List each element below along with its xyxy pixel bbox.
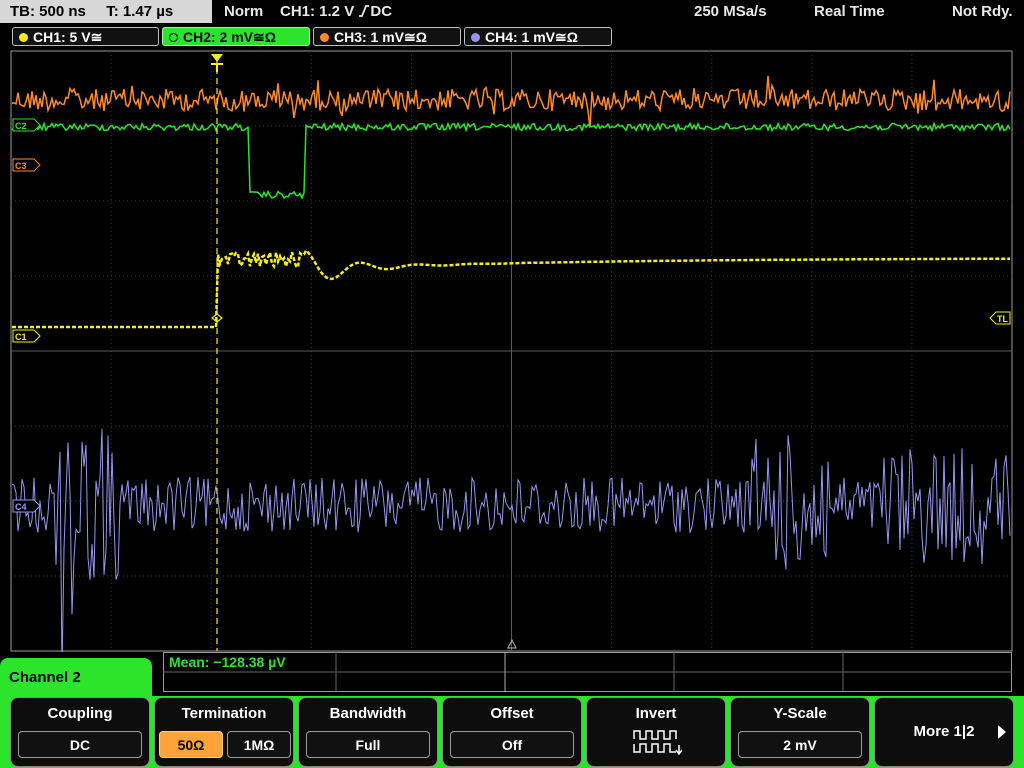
mean-measurement: Mean: −128.38 µV [169, 654, 286, 670]
bandwidth-softkey[interactable]: Bandwidth Full [298, 697, 438, 767]
bandwidth-title: Bandwidth [329, 705, 407, 722]
timebase-box[interactable]: TB: 500 ns T: 1.47 µs [0, 0, 212, 23]
ch3-marker[interactable]: C3 [12, 158, 41, 172]
tab-ch4-label: CH4: 1 mV≅Ω [485, 29, 578, 45]
tab-ch3-label: CH3: 1 mV≅Ω [334, 29, 427, 45]
trigger-source: CH1: 1.2 V DC [280, 0, 392, 24]
coupling-value: DC [18, 731, 142, 758]
offset-title: Offset [490, 705, 534, 722]
invert-title: Invert [635, 705, 677, 722]
termination-softkey[interactable]: Termination 50Ω 1MΩ [154, 697, 294, 767]
next-page-icon [998, 725, 1006, 739]
tab-ch1[interactable]: CH1: 5 V≅ [12, 27, 159, 46]
offset-softkey[interactable]: Offset Off [442, 697, 582, 767]
trigger-mode: Norm [224, 3, 264, 20]
menu-title: Channel 2 [0, 658, 152, 698]
ch1-marker[interactable]: C1 [12, 329, 41, 343]
channel-tabs: CH1: 5 V≅ CH2: 2 mV≅Ω CH3: 1 mV≅Ω CH4: 1… [0, 26, 1024, 48]
ch2-marker[interactable]: C2 [12, 118, 41, 132]
ch1-marker-label: C1 [15, 332, 27, 342]
coupling-softkey[interactable]: Coupling DC [10, 697, 150, 767]
y-scale-value: 2 mV [738, 731, 862, 758]
more-softkey[interactable]: More 1|2 [874, 697, 1014, 767]
measurement-panel: Mean: −128.38 µV [163, 652, 1012, 692]
ch2-dot-icon [169, 33, 178, 42]
trigger-coupling: DC [370, 3, 393, 20]
ch3-dot-icon [320, 33, 329, 42]
tab-ch4[interactable]: CH4: 1 mV≅Ω [464, 27, 612, 46]
coupling-title: Coupling [47, 705, 113, 722]
ch4-dot-icon [471, 33, 480, 42]
timebase-value: TB: 500 ns [10, 3, 86, 20]
ch2-marker-label: C2 [15, 121, 27, 131]
ch1-dot-icon [19, 33, 28, 42]
trigger-level-label: TL [997, 314, 1008, 324]
tab-ch2[interactable]: CH2: 2 mV≅Ω [162, 27, 310, 46]
termination-1mohm-option[interactable]: 1MΩ [227, 731, 291, 758]
tab-ch3[interactable]: CH3: 1 mV≅Ω [313, 27, 461, 46]
y-scale-title: Y-Scale [773, 705, 827, 722]
trigger-time-value: T: 1.47 µs [106, 3, 174, 20]
invert-waveform-icon [633, 730, 682, 756]
ch3-marker-label: C3 [15, 161, 27, 171]
more-label: More 1|2 [913, 723, 975, 740]
waveform-display[interactable]: C3 C2 C1 C4 TL [0, 50, 1024, 652]
trigger-source-value: CH1: 1.2 V [280, 3, 355, 20]
sample-rate: 250 MSa/s [694, 3, 767, 20]
ready-state: Not Rdy. [952, 3, 1013, 20]
invert-softkey[interactable]: Invert [586, 697, 726, 767]
offset-value: Off [450, 731, 574, 758]
y-scale-softkey[interactable]: Y-Scale 2 mV [730, 697, 870, 767]
bandwidth-value: Full [306, 731, 430, 758]
ch4-marker[interactable]: C4 [12, 499, 41, 513]
termination-title: Termination [181, 705, 267, 722]
ch4-marker-label: C4 [15, 502, 27, 512]
termination-50ohm-option[interactable]: 50Ω [159, 731, 223, 758]
tab-ch1-label: CH1: 5 V≅ [33, 29, 103, 45]
rising-edge-icon [359, 5, 370, 17]
tab-ch2-label: CH2: 2 mV≅Ω [183, 29, 276, 45]
status-bar: TB: 500 ns T: 1.47 µs Norm CH1: 1.2 V DC… [0, 0, 1024, 24]
acquisition-mode: Real Time [814, 3, 885, 20]
